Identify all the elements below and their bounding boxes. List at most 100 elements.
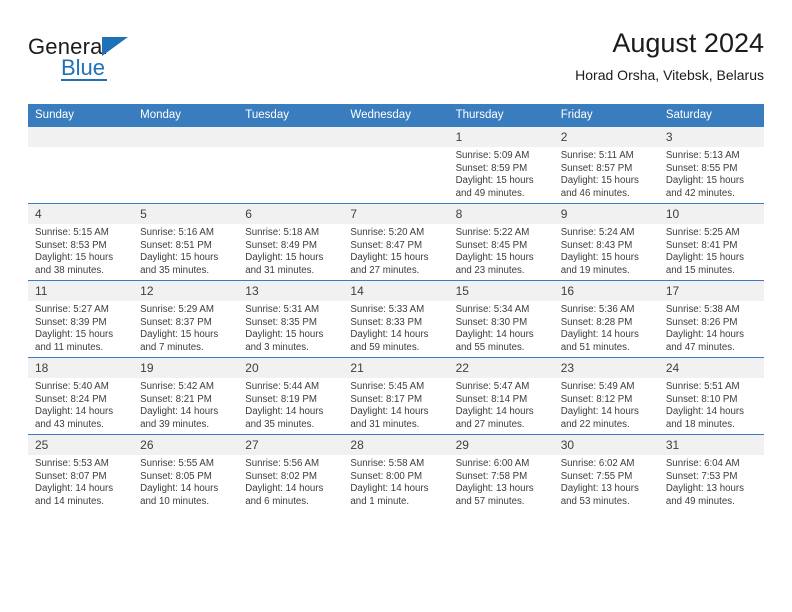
daylight-text: Daylight: 13 hours and 53 minutes. — [560, 483, 639, 507]
calendar-week-row: 11 Sunrise: 5:27 AM Sunset: 8:39 PM Dayligh… — [28, 280, 764, 358]
calendar-day-cell-empty — [238, 127, 344, 204]
calendar-day-cell[interactable]: 28 Sunrise: 5:58 AM Sunset: 8:00 PM Dayligh… — [343, 434, 449, 511]
calendar-day-cell[interactable]: 1 Sunrise: 5:09 AM Sunset: 8:59 PM Daylight… — [448, 127, 554, 204]
sunset-text: Sunset: 8:53 PM — [35, 239, 107, 251]
sunrise-text: Sunrise: 5:47 AM — [455, 381, 530, 392]
triangle-icon — [102, 37, 128, 56]
calendar-day-cell[interactable]: 21 Sunrise: 5:45 AM Sunset: 8:17 PM Dayligh… — [343, 357, 449, 435]
calendar-day-cell[interactable]: 6 Sunrise: 5:18 AM Sunset: 8:49 PM Daylight… — [238, 203, 344, 281]
day-details: Sunrise: 5:31 AM Sunset: 8:35 PM Daylight:… — [238, 301, 343, 354]
daylight-text: Daylight: 13 hours and 49 minutes. — [665, 483, 744, 507]
day-details: Sunrise: 5:47 AM Sunset: 8:14 PM Daylight:… — [449, 378, 554, 431]
daylight-text: Daylight: 15 hours and 19 minutes. — [560, 252, 639, 276]
sunrise-text: Sunrise: 6:04 AM — [665, 458, 740, 469]
calendar-day-cell[interactable]: 24 Sunrise: 5:51 AM Sunset: 8:10 PM Dayligh… — [658, 357, 764, 435]
day-number: 19 — [133, 358, 239, 378]
calendar-day-cell[interactable]: 9 Sunrise: 5:24 AM Sunset: 8:43 PM Daylight… — [553, 203, 659, 281]
day-number: 20 — [238, 358, 344, 378]
day-number: 18 — [28, 358, 134, 378]
day-details: Sunrise: 5:51 AM Sunset: 8:10 PM Daylight:… — [659, 378, 764, 431]
calendar-day-cell[interactable]: 15 Sunrise: 5:34 AM Sunset: 8:30 PM Dayligh… — [448, 280, 554, 358]
calendar-page: General Blue August 2024 Horad Orsha, Vi… — [0, 0, 792, 612]
calendar-day-cell-empty — [133, 127, 239, 204]
calendar-day-cell[interactable]: 23 Sunrise: 5:49 AM Sunset: 8:12 PM Dayligh… — [553, 357, 659, 435]
calendar-day-cell[interactable]: 29 Sunrise: 6:00 AM Sunset: 7:58 PM Dayligh… — [448, 434, 554, 511]
day-number — [343, 127, 449, 147]
calendar-day-cell[interactable]: 12 Sunrise: 5:29 AM Sunset: 8:37 PM Dayligh… — [133, 280, 239, 358]
sunset-text: Sunset: 8:49 PM — [245, 239, 317, 251]
day-number: 5 — [133, 204, 239, 224]
calendar-table: Sunday Monday Tuesday Wednesday Thursday Frid… — [28, 104, 764, 511]
sunrise-text: Sunrise: 5:24 AM — [560, 227, 635, 238]
daylight-text: Daylight: 15 hours and 3 minutes. — [245, 329, 324, 353]
calendar-day-cell[interactable]: 20 Sunrise: 5:44 AM Sunset: 8:19 PM Dayligh… — [238, 357, 344, 435]
day-number: 22 — [448, 358, 554, 378]
calendar-day-cell[interactable]: 5 Sunrise: 5:16 AM Sunset: 8:51 PM Daylight… — [133, 203, 239, 281]
calendar-day-cell[interactable]: 27 Sunrise: 5:56 AM Sunset: 8:02 PM Dayligh… — [238, 434, 344, 511]
sunrise-text: Sunrise: 6:02 AM — [560, 458, 635, 469]
calendar-day-cell[interactable]: 30 Sunrise: 6:02 AM Sunset: 7:55 PM Dayligh… — [553, 434, 659, 511]
calendar-day-cell[interactable]: 4 Sunrise: 5:15 AM Sunset: 8:53 PM Daylight… — [28, 203, 134, 281]
calendar-day-cell[interactable]: 19 Sunrise: 5:42 AM Sunset: 8:21 PM Dayligh… — [133, 357, 239, 435]
calendar-day-cell[interactable]: 16 Sunrise: 5:36 AM Sunset: 8:28 PM Dayligh… — [553, 280, 659, 358]
daylight-text: Daylight: 15 hours and 49 minutes. — [455, 175, 534, 199]
sunrise-text: Sunrise: 5:16 AM — [140, 227, 214, 238]
sunset-text: Sunset: 8:59 PM — [455, 162, 528, 174]
daylight-text: Daylight: 15 hours and 15 minutes. — [665, 252, 744, 276]
daylight-text: Daylight: 15 hours and 35 minutes. — [140, 252, 219, 276]
page-subtitle: Horad Orsha, Vitebsk, Belarus — [575, 67, 764, 83]
daylight-text: Daylight: 14 hours and 1 minute. — [350, 483, 429, 507]
daylight-text: Daylight: 15 hours and 31 minutes. — [245, 252, 324, 276]
calendar-day-cell[interactable]: 2 Sunrise: 5:11 AM Sunset: 8:57 PM Daylight… — [553, 127, 659, 204]
day-number — [28, 127, 134, 147]
sunset-text: Sunset: 8:26 PM — [665, 316, 738, 328]
calendar-day-cell[interactable]: 13 Sunrise: 5:31 AM Sunset: 8:35 PM Dayligh… — [238, 280, 344, 358]
calendar-day-cell[interactable]: 8 Sunrise: 5:22 AM Sunset: 8:45 PM Daylight… — [448, 203, 554, 281]
day-details: Sunrise: 5:49 AM Sunset: 8:12 PM Daylight:… — [554, 378, 659, 431]
weekday-header-tuesday: Tuesday — [238, 104, 344, 127]
day-details: Sunrise: 5:18 AM Sunset: 8:49 PM Daylight:… — [238, 224, 343, 277]
calendar-day-cell[interactable]: 14 Sunrise: 5:33 AM Sunset: 8:33 PM Dayligh… — [343, 280, 449, 358]
calendar-day-cell[interactable]: 11 Sunrise: 5:27 AM Sunset: 8:39 PM Dayligh… — [28, 280, 134, 358]
calendar-day-cell[interactable]: 3 Sunrise: 5:13 AM Sunset: 8:55 PM Daylight… — [658, 127, 764, 204]
day-details: Sunrise: 5:58 AM Sunset: 8:00 PM Daylight:… — [343, 455, 448, 508]
day-number — [238, 127, 344, 147]
day-details: Sunrise: 5:38 AM Sunset: 8:26 PM Daylight:… — [659, 301, 764, 354]
calendar-week-row: 18 Sunrise: 5:40 AM Sunset: 8:24 PM Dayligh… — [28, 357, 764, 435]
sunset-text: Sunset: 8:17 PM — [350, 393, 423, 405]
day-number: 14 — [343, 281, 449, 301]
daylight-text: Daylight: 14 hours and 39 minutes. — [140, 406, 219, 430]
sunset-text: Sunset: 7:53 PM — [665, 470, 738, 482]
day-number: 10 — [658, 204, 764, 224]
calendar-day-cell[interactable]: 26 Sunrise: 5:55 AM Sunset: 8:05 PM Dayligh… — [133, 434, 239, 511]
daylight-text: Daylight: 15 hours and 7 minutes. — [140, 329, 219, 353]
sunrise-text: Sunrise: 5:58 AM — [350, 458, 425, 469]
daylight-text: Daylight: 14 hours and 35 minutes. — [245, 406, 324, 430]
day-number: 24 — [658, 358, 764, 378]
calendar-day-cell[interactable]: 25 Sunrise: 5:53 AM Sunset: 8:07 PM Dayligh… — [28, 434, 134, 511]
sunrise-text: Sunrise: 5:27 AM — [35, 304, 109, 315]
calendar-day-cell[interactable]: 7 Sunrise: 5:20 AM Sunset: 8:47 PM Daylight… — [343, 203, 449, 281]
calendar-day-cell[interactable]: 17 Sunrise: 5:38 AM Sunset: 8:26 PM Dayligh… — [658, 280, 764, 358]
day-details: Sunrise: 5:11 AM Sunset: 8:57 PM Daylight:… — [554, 147, 659, 200]
day-number: 13 — [238, 281, 344, 301]
calendar-day-cell[interactable]: 18 Sunrise: 5:40 AM Sunset: 8:24 PM Dayligh… — [28, 357, 134, 435]
sunrise-text: Sunrise: 5:25 AM — [665, 227, 740, 238]
day-number: 8 — [448, 204, 554, 224]
title-block: August 2024 Horad Orsha, Vitebsk, Belaru… — [575, 26, 764, 85]
daylight-text: Daylight: 15 hours and 38 minutes. — [35, 252, 114, 276]
sunset-text: Sunset: 8:30 PM — [455, 316, 528, 328]
logo-text-blue: Blue — [61, 55, 106, 80]
day-number: 27 — [238, 435, 344, 455]
calendar-day-cell[interactable]: 31 Sunrise: 6:04 AM Sunset: 7:53 PM Dayligh… — [658, 434, 764, 511]
sunset-text: Sunset: 8:10 PM — [665, 393, 738, 405]
sunrise-text: Sunrise: 5:45 AM — [350, 381, 425, 392]
sunrise-text: Sunrise: 5:29 AM — [140, 304, 214, 315]
daylight-text: Daylight: 15 hours and 11 minutes. — [35, 329, 114, 353]
daylight-text: Daylight: 14 hours and 55 minutes. — [455, 329, 534, 353]
calendar-day-cell[interactable]: 10 Sunrise: 5:25 AM Sunset: 8:41 PM Dayligh… — [658, 203, 764, 281]
sunset-text: Sunset: 8:02 PM — [245, 470, 317, 482]
weekday-header-saturday: Saturday — [658, 104, 764, 127]
daylight-text: Daylight: 15 hours and 23 minutes. — [455, 252, 534, 276]
calendar-day-cell[interactable]: 22 Sunrise: 5:47 AM Sunset: 8:14 PM Dayligh… — [448, 357, 554, 435]
